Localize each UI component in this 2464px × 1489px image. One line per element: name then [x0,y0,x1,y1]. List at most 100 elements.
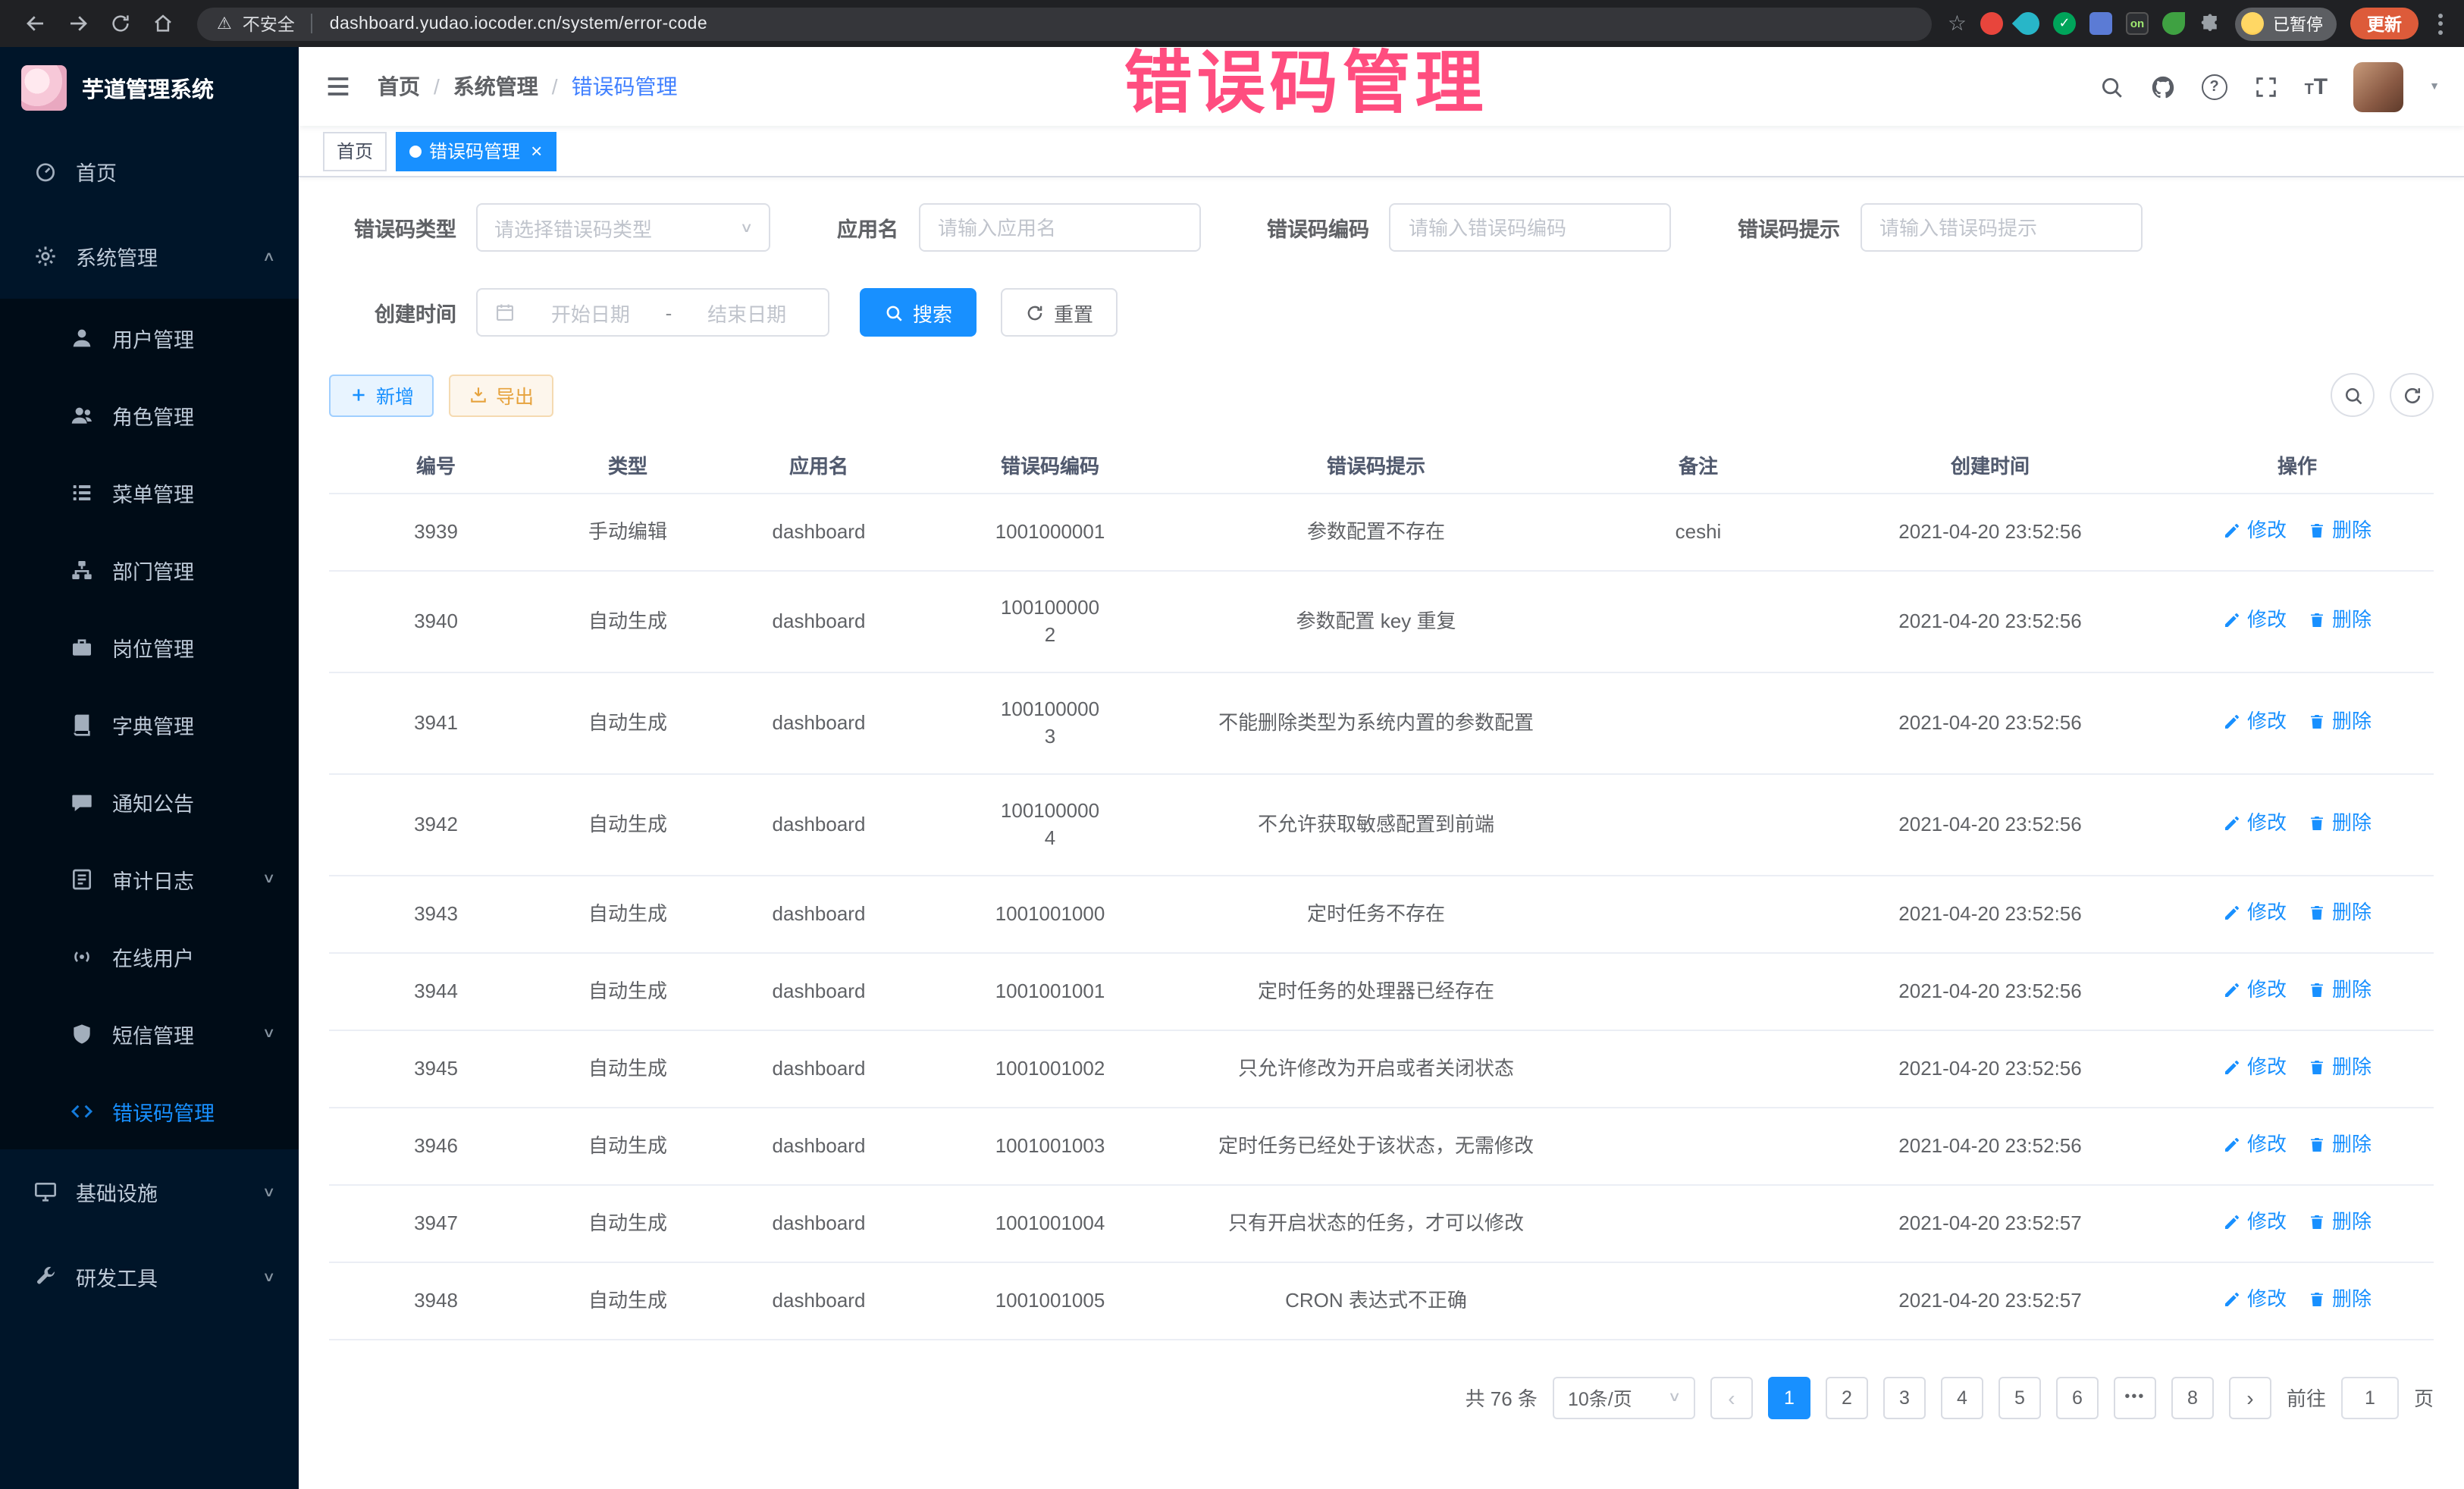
delete-button[interactable]: 删除 [2308,707,2372,735]
sidebar-item-post[interactable]: 岗位管理 [0,608,299,685]
browser-back-icon[interactable] [15,5,55,42]
delete-button[interactable]: 删除 [2308,606,2372,633]
extensions-puzzle-icon[interactable] [2199,12,2221,35]
sidebar-item-infra[interactable]: 基础设施∨ [0,1149,299,1234]
goto-label: 前往 [2287,1383,2326,1412]
page-button-8[interactable]: 8 [2171,1376,2214,1418]
page-button-1[interactable]: 1 [1768,1376,1810,1418]
error-message-input[interactable] [1860,203,2142,252]
show-search-button[interactable] [2331,373,2375,417]
tab-error-code[interactable]: 错误码管理× [396,131,556,171]
browser-refresh-icon[interactable] [100,5,140,42]
end-date-placeholder: 结束日期 [682,298,811,327]
refresh-table-button[interactable] [2390,373,2434,417]
browser-menu-icon[interactable] [2432,13,2449,34]
extension-icon[interactable] [2162,12,2185,35]
breadcrumb-item[interactable]: 系统管理 [453,71,538,102]
sidebar-item-dict[interactable]: 字典管理 [0,685,299,763]
edit-button[interactable]: 修改 [2223,1130,2287,1158]
sidebar-item-sms[interactable]: 短信管理∨ [0,995,299,1072]
reset-button[interactable]: 重置 [1001,288,1118,337]
user-icon [70,325,94,350]
goto-page-input[interactable] [2341,1376,2399,1418]
page-button-3[interactable]: 3 [1883,1376,1926,1418]
sidebar-item-error-code[interactable]: 错误码管理 [0,1072,299,1149]
extension-icon[interactable]: ✓ [2053,12,2076,35]
page-button-2[interactable]: 2 [1826,1376,1868,1418]
sidebar-item-online-user[interactable]: 在线用户 [0,917,299,995]
edit-button[interactable]: 修改 [2223,1053,2287,1080]
delete-trash-icon [2308,980,2326,998]
sidebar-item-dev-tools[interactable]: 研发工具∨ [0,1234,299,1319]
page-button-5[interactable]: 5 [1998,1376,2041,1418]
help-icon[interactable]: ? [2202,74,2227,99]
delete-button[interactable]: 删除 [2308,1053,2372,1080]
page-button-6[interactable]: 6 [2056,1376,2099,1418]
edit-button[interactable]: 修改 [2223,1285,2287,1312]
extension-icon[interactable] [2012,8,2044,39]
chevron-down-icon[interactable]: ▼ [2429,81,2440,92]
browser-home-icon[interactable] [143,5,182,42]
prev-page-button[interactable]: ‹ [1710,1376,1753,1418]
delete-button[interactable]: 删除 [2308,809,2372,836]
pager-ellipsis[interactable]: ••• [2114,1376,2156,1418]
error-code-input[interactable] [1389,203,1671,252]
cell-actions: 修改删除 [2161,672,2434,773]
sidebar-item-role[interactable]: 角色管理 [0,376,299,453]
sidebar-item-home[interactable]: 首页 [0,129,299,214]
sidebar-item-audit-log[interactable]: 审计日志∨ [0,840,299,917]
extension-icon[interactable] [1980,12,2003,35]
fullscreen-icon[interactable] [2253,74,2279,99]
bookmark-star-icon[interactable]: ☆ [1948,11,1967,36]
font-size-icon[interactable]: TT [2305,74,2328,99]
search-button[interactable]: 搜索 [860,288,977,337]
sidebar-logo[interactable]: 芋道管理系统 [0,47,299,129]
tab-home[interactable]: 首页 [323,131,387,171]
edit-button[interactable]: 修改 [2223,976,2287,1003]
cell-code: 1001000003 [925,672,1175,773]
hamburger-icon[interactable] [323,71,353,102]
address-bar[interactable]: ⚠ 不安全 dashboard.yudao.iocoder.cn/system/… [197,7,1933,40]
sidebar-item-notice[interactable]: 通知公告 [0,763,299,840]
cell-actions: 修改删除 [2161,1030,2434,1107]
page-size-select[interactable]: 10条/页 ∨ [1553,1376,1695,1418]
edit-button[interactable]: 修改 [2223,707,2287,735]
delete-button[interactable]: 删除 [2308,1130,2372,1158]
error-code-table: 编号类型应用名错误码编码错误码提示备注创建时间操作 3939手动编辑dashbo… [329,437,2434,1340]
edit-button[interactable]: 修改 [2223,809,2287,836]
edit-button[interactable]: 修改 [2223,606,2287,633]
page-button-4[interactable]: 4 [1941,1376,1983,1418]
close-tab-icon[interactable]: × [531,139,542,162]
user-avatar[interactable] [2353,61,2403,111]
edit-button[interactable]: 修改 [2223,898,2287,926]
delete-button[interactable]: 删除 [2308,976,2372,1003]
next-page-button[interactable]: › [2229,1376,2271,1418]
sidebar-item-user[interactable]: 用户管理 [0,299,299,376]
export-button[interactable]: 导出 [449,374,553,416]
breadcrumb-item[interactable]: 首页 [378,71,420,102]
search-icon[interactable] [2099,74,2124,99]
add-button[interactable]: 新增 [329,374,434,416]
extension-icon[interactable]: on [2126,12,2149,35]
app-logo-image [21,65,67,111]
date-range-picker[interactable]: 开始日期 - 结束日期 [476,288,829,337]
delete-button[interactable]: 删除 [2308,1285,2372,1312]
error-type-select[interactable]: 请选择错误码类型 ∨ [476,203,770,252]
extension-icon[interactable] [2089,12,2112,35]
delete-button[interactable]: 删除 [2308,898,2372,926]
app-name-input[interactable] [918,203,1200,252]
goto-unit: 页 [2414,1383,2434,1412]
edit-button[interactable]: 修改 [2223,516,2287,544]
browser-update-button[interactable]: 更新 [2350,8,2419,39]
profile-paused-chip[interactable]: 已暂停 [2235,7,2337,40]
delete-button[interactable]: 删除 [2308,1208,2372,1235]
browser-forward-icon[interactable] [58,5,97,42]
sidebar-item-menu[interactable]: 菜单管理 [0,453,299,531]
refresh-icon [1025,303,1045,322]
delete-button[interactable]: 删除 [2308,516,2372,544]
sidebar-item-dept[interactable]: 部门管理 [0,531,299,608]
github-icon[interactable] [2150,74,2176,99]
edit-button[interactable]: 修改 [2223,1208,2287,1235]
tab-label: 首页 [337,138,373,164]
sidebar-item-system[interactable]: 系统管理∧ [0,214,299,299]
